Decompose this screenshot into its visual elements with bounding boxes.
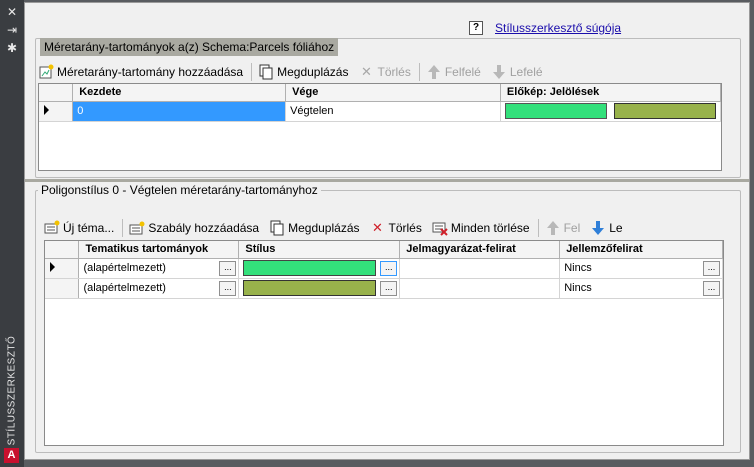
toolbar-separator <box>251 63 253 81</box>
style-ellipsis-button[interactable]: ... <box>380 280 398 296</box>
scale-range-toolbar: Méretarány-tartomány hozzáadása Megduplá… <box>38 63 553 81</box>
arrow-down-icon <box>491 64 507 80</box>
auto-hide-icon[interactable]: ⇥ <box>4 23 20 37</box>
range-preview-cell <box>500 101 722 122</box>
toolbar-separator <box>418 63 420 81</box>
row-header-corner <box>39 84 74 102</box>
table-row[interactable]: (alapértelmezett) ... ... Nincs ... <box>45 278 723 299</box>
toolbar-separator <box>122 219 124 237</box>
duplicate-icon <box>258 64 274 80</box>
feature-label-cell[interactable]: Nincs ... <box>559 258 723 279</box>
properties-icon[interactable]: ✱ <box>4 41 20 55</box>
autocad-logo-icon: A <box>4 448 19 463</box>
style-swatch-green[interactable] <box>243 260 377 276</box>
style-ellipsis-button[interactable]: ... <box>380 260 398 276</box>
column-header-preview[interactable]: Előkép: Jelölések <box>500 84 722 102</box>
column-header-start[interactable]: Kezdete <box>72 84 287 102</box>
toolbar-separator <box>537 219 539 237</box>
current-row-arrow-icon <box>44 104 49 115</box>
polygon-style-group: Poligonstílus 0 - Végtelen méretarány-ta… <box>35 183 741 453</box>
help-row: ? Stílusszerkesztő súgója <box>469 21 621 35</box>
table-row[interactable]: 0 Végtelen <box>39 101 722 122</box>
row-selector[interactable] <box>45 278 80 299</box>
scale-range-header-row: Kezdete Vége Előkép: Jelölések <box>39 84 722 102</box>
style-editor-panel: ? Stílusszerkesztő súgója Méretarány-tar… <box>24 2 750 460</box>
new-theme-button[interactable]: Új téma... <box>44 220 114 236</box>
close-icon[interactable]: ✕ <box>4 5 20 19</box>
polygon-style-toolbar: Új téma... Szabály hozzáadása Megduplázá… <box>44 219 633 237</box>
style-cell[interactable]: ... <box>238 258 401 279</box>
column-header-feature-label[interactable]: Jellemzőfelirat <box>559 241 723 259</box>
legend-cell[interactable] <box>399 278 561 299</box>
add-scale-range-button[interactable]: Méretarány-tartomány hozzáadása <box>38 64 243 80</box>
delete-all-icon <box>432 220 448 236</box>
feature-label-cell[interactable]: Nincs ... <box>559 278 723 299</box>
column-header-legend[interactable]: Jelmagyarázat-felirat <box>399 241 561 259</box>
feature-label-ellipsis-button[interactable]: ... <box>703 280 720 296</box>
scale-range-group: Méretarány-tartományok a(z) Schema:Parce… <box>35 38 741 178</box>
add-range-icon <box>38 64 54 80</box>
duplicate-icon <box>269 220 285 236</box>
duplicate-range-button[interactable]: Megduplázás <box>258 64 348 80</box>
move-rule-down-button[interactable]: Le <box>590 220 623 236</box>
column-header-end[interactable]: Vége <box>285 84 501 102</box>
style-editor-help-link[interactable]: Stílusszerkesztő súgója <box>495 21 621 35</box>
delete-range-button[interactable]: ✕ Törlés <box>358 64 411 80</box>
move-rule-up-button[interactable]: Fel <box>545 220 580 236</box>
style-swatch-olive[interactable] <box>243 280 377 296</box>
palette-side-strip: ✕ ⇥ ✱ STÍLUSSZERKESZTŐ A <box>0 0 24 467</box>
feature-label-ellipsis-button[interactable]: ... <box>703 260 720 276</box>
move-range-down-button[interactable]: Lefelé <box>491 64 543 80</box>
polygon-style-title: Poligonstílus 0 - Végtelen méretarány-ta… <box>38 183 321 197</box>
duplicate-rule-button[interactable]: Megduplázás <box>269 220 360 236</box>
add-rule-icon <box>129 220 145 236</box>
table-row[interactable]: (alapértelmezett) ... ... Nincs ... <box>45 258 723 279</box>
preview-swatch-green <box>504 103 607 119</box>
delete-x-icon: ✕ <box>361 64 372 79</box>
legend-cell[interactable] <box>399 258 561 279</box>
theme-ellipsis-button[interactable]: ... <box>219 260 237 276</box>
preview-swatch-olive <box>613 103 716 119</box>
delete-all-rules-button[interactable]: Minden törlése <box>432 220 530 236</box>
scale-range-title: Méretarány-tartományok a(z) Schema:Parce… <box>40 38 339 56</box>
delete-rule-button[interactable]: ✕ Törlés <box>370 220 422 236</box>
help-icon: ? <box>469 21 483 35</box>
style-cell[interactable]: ... <box>238 278 401 299</box>
arrow-down-icon <box>590 220 606 236</box>
theme-cell[interactable]: (alapértelmezett) ... <box>78 278 240 299</box>
arrow-up-icon <box>426 64 442 80</box>
row-header-corner <box>45 241 80 259</box>
row-selector[interactable] <box>45 258 80 279</box>
theme-cell[interactable]: (alapértelmezett) ... <box>78 258 240 279</box>
splitter-bar[interactable] <box>25 179 749 182</box>
polygon-rules-grid: Tematikus tartományok Stílus Jelmagyaráz… <box>44 240 724 446</box>
palette-title: STÍLUSSZERKESZTŐ <box>6 335 18 445</box>
move-range-up-button[interactable]: Felfelé <box>426 64 481 80</box>
column-header-theme[interactable]: Tematikus tartományok <box>78 241 240 259</box>
range-start-cell[interactable]: 0 <box>72 101 287 122</box>
row-selector[interactable] <box>39 101 74 122</box>
scale-range-grid: Kezdete Vége Előkép: Jelölések 0 Végtele… <box>38 83 722 171</box>
rules-header-row: Tematikus tartományok Stílus Jelmagyaráz… <box>45 241 723 259</box>
arrow-up-icon <box>545 220 561 236</box>
theme-ellipsis-button[interactable]: ... <box>219 280 237 296</box>
column-header-style[interactable]: Stílus <box>238 241 401 259</box>
theme-icon <box>44 220 60 236</box>
range-end-cell[interactable]: Végtelen <box>285 101 501 122</box>
add-rule-button[interactable]: Szabály hozzáadása <box>129 220 259 236</box>
delete-x-icon: ✕ <box>372 220 383 235</box>
current-row-arrow-icon <box>50 261 55 272</box>
